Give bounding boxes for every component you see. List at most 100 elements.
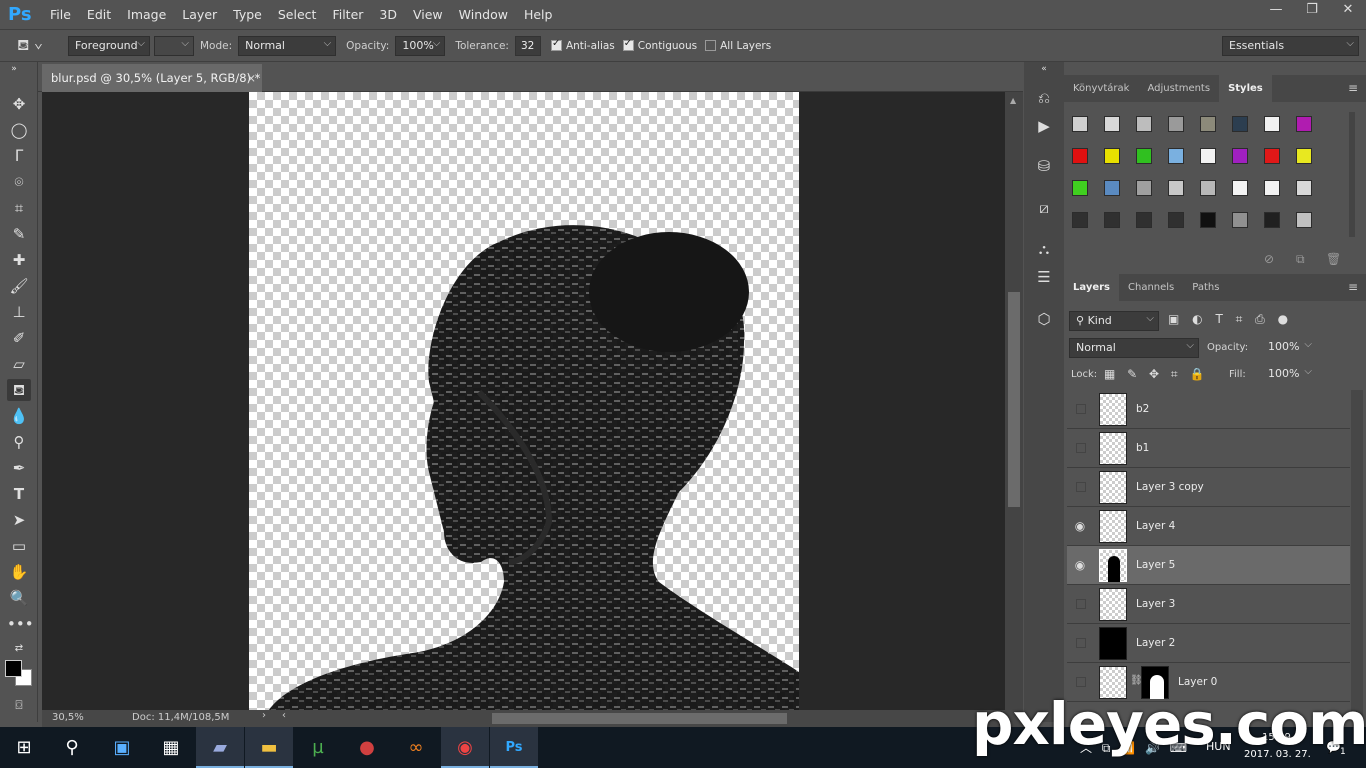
style-swatch[interactable]: [1296, 148, 1312, 164]
document-tab[interactable]: blur.psd @ 30,5% (Layer 5, RGB/8) * ×: [42, 64, 262, 92]
brush-tool-icon[interactable]: 🖌: [7, 275, 31, 297]
layer-row[interactable]: Layer 2: [1067, 624, 1350, 663]
close-document-icon[interactable]: ×: [246, 64, 256, 92]
horizontal-scroll-thumb[interactable]: [492, 713, 787, 724]
tab-layers[interactable]: Layers: [1064, 274, 1119, 301]
lock-icons[interactable]: ▦ ✎ ✥ ⌗ 🔒: [1104, 367, 1204, 382]
layer-opacity-field[interactable]: 100%: [1262, 336, 1316, 358]
style-swatch[interactable]: [1168, 148, 1184, 164]
mode-dropdown[interactable]: Normal: [238, 35, 337, 56]
scroll-left-icon[interactable]: ‹: [282, 710, 286, 721]
style-swatch[interactable]: [1296, 212, 1312, 228]
style-swatch[interactable]: [1136, 116, 1152, 132]
style-swatch[interactable]: [1072, 116, 1088, 132]
visibility-eye-icon[interactable]: [1076, 677, 1086, 687]
layer-row[interactable]: Layer 3 copy: [1067, 468, 1350, 507]
style-swatch[interactable]: [1232, 212, 1248, 228]
layers-panel-menu-icon[interactable]: ≡: [1348, 280, 1358, 294]
menu-type[interactable]: Type: [225, 7, 270, 22]
pattern-picker[interactable]: [154, 35, 194, 56]
close-button[interactable]: ✕: [1330, 0, 1366, 22]
layer-filter-dropdown[interactable]: ⚲ Kind: [1069, 310, 1159, 331]
notebook-app-icon[interactable]: ▰: [196, 727, 244, 768]
layer-row[interactable]: b2: [1067, 390, 1350, 429]
utorrent-icon[interactable]: µ: [294, 727, 342, 768]
tab-adjustments[interactable]: Adjustments: [1138, 75, 1219, 102]
collapse-toolbar-icon[interactable]: »: [2, 64, 26, 74]
minimize-button[interactable]: —: [1258, 0, 1294, 22]
style-swatch[interactable]: [1072, 212, 1088, 228]
style-swatch[interactable]: [1200, 148, 1216, 164]
menu-view[interactable]: View: [405, 7, 451, 22]
healing-brush-tool-icon[interactable]: ✚: [7, 249, 31, 271]
style-swatch[interactable]: [1136, 212, 1152, 228]
zoom-level[interactable]: 30,5%: [52, 712, 84, 723]
search-icon[interactable]: ⚲: [48, 727, 96, 768]
paint-bucket-tool-icon[interactable]: ⛾: [7, 379, 31, 401]
style-swatch[interactable]: [1104, 180, 1120, 196]
style-swatch[interactable]: [1264, 180, 1280, 196]
blend-mode-dropdown[interactable]: Normal: [1069, 337, 1199, 358]
hand-tool-icon[interactable]: ✋: [7, 561, 31, 583]
menu-help[interactable]: Help: [516, 7, 561, 22]
visibility-eye-icon[interactable]: [1076, 482, 1086, 492]
style-swatch[interactable]: [1072, 148, 1088, 164]
crop-tool-icon[interactable]: ⌗: [7, 197, 31, 219]
scroll-up-icon[interactable]: ▲: [1010, 96, 1016, 105]
anti-alias-checkbox[interactable]: [550, 38, 562, 51]
ellipse-marquee-tool-icon[interactable]: ◯: [7, 119, 31, 141]
type-tool-icon[interactable]: T: [7, 483, 31, 505]
style-swatch[interactable]: [1072, 180, 1088, 196]
paint-bucket-tool-preset-icon[interactable]: ⛾ ⌵: [0, 36, 60, 56]
style-swatch[interactable]: [1264, 148, 1280, 164]
style-swatch[interactable]: [1168, 212, 1184, 228]
tab-paths[interactable]: Paths: [1183, 274, 1228, 301]
visibility-eye-icon[interactable]: ◉: [1074, 559, 1086, 571]
cube-panel-icon[interactable]: ⬡: [1032, 308, 1056, 330]
style-swatch[interactable]: [1168, 180, 1184, 196]
blur-tool-icon[interactable]: 💧: [7, 405, 31, 427]
style-swatch[interactable]: [1232, 180, 1248, 196]
style-swatch[interactable]: [1232, 116, 1248, 132]
style-swatch[interactable]: [1136, 180, 1152, 196]
menu-file[interactable]: File: [42, 7, 79, 22]
clear-style-icon[interactable]: ⊘: [1264, 252, 1274, 266]
tab-styles[interactable]: Styles: [1219, 75, 1272, 102]
style-swatch[interactable]: [1168, 116, 1184, 132]
style-swatch[interactable]: [1264, 212, 1280, 228]
all-layers-checkbox[interactable]: [705, 40, 717, 51]
adjustment-sliders-icon[interactable]: ☰: [1032, 266, 1056, 288]
status-menu-arrow-icon[interactable]: ›: [262, 710, 266, 721]
styles-scrollbar[interactable]: [1349, 112, 1355, 237]
tab-libraries[interactable]: Könyvtárak: [1064, 75, 1138, 102]
style-swatch[interactable]: [1104, 148, 1120, 164]
calculator-icon[interactable]: ▦: [147, 727, 195, 768]
control-panel-icon[interactable]: ▣: [98, 727, 146, 768]
move-tool-icon[interactable]: ✥: [7, 93, 31, 115]
actions-panel-icon[interactable]: ▶: [1032, 115, 1056, 137]
style-swatch[interactable]: [1136, 148, 1152, 164]
restore-button[interactable]: ❐: [1294, 0, 1330, 22]
brush-presets-icon[interactable]: ⛬: [1032, 238, 1056, 260]
photoshop-taskbar-icon[interactable]: Ps: [490, 727, 538, 768]
vertical-scrollbar[interactable]: ▲: [1005, 92, 1023, 710]
firefox-like-app-icon[interactable]: ∞: [392, 727, 440, 768]
style-swatch[interactable]: [1296, 180, 1312, 196]
layer-row[interactable]: Layer 3: [1067, 585, 1350, 624]
layer-row[interactable]: ◉ Layer 4: [1067, 507, 1350, 546]
clone-stamp-tool-icon[interactable]: ⊥: [7, 301, 31, 323]
media-app-icon[interactable]: ●: [343, 727, 391, 768]
style-swatch[interactable]: [1264, 116, 1280, 132]
quick-mask-icon[interactable]: ⌼: [7, 694, 31, 716]
document-canvas[interactable]: [249, 92, 799, 710]
vertical-scroll-thumb[interactable]: [1008, 292, 1020, 507]
lasso-tool-icon[interactable]: ᒥ: [7, 145, 31, 167]
history-brush-tool-icon[interactable]: ✐: [7, 327, 31, 349]
menu-layer[interactable]: Layer: [174, 7, 225, 22]
menu-image[interactable]: Image: [119, 7, 174, 22]
menu-edit[interactable]: Edit: [79, 7, 119, 22]
layer-filter-icons[interactable]: ▣ ◐ T ⌗ ⎙ ●: [1168, 312, 1288, 327]
foreground-color-swatch[interactable]: [5, 660, 22, 677]
zoom-tool-icon[interactable]: 🔍: [7, 587, 31, 609]
new-style-icon[interactable]: ⧉: [1296, 252, 1305, 267]
